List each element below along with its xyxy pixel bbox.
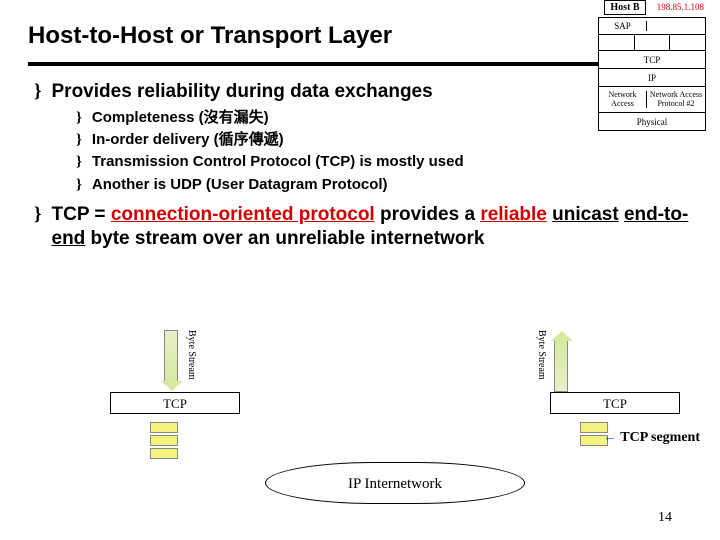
stack-na-left: Network Access [599,91,647,109]
tcp-prefix: TCP = [52,204,111,225]
segment-icon [150,448,178,459]
stack-row-physical: Physical [598,113,706,131]
tcp-und1: unicast [552,204,619,225]
tcp-mid1: provides a [375,204,481,225]
stack-row-ports [598,35,706,51]
byte-stream-label-left: Byte Stream [186,330,197,382]
bullet-1: } Provides reliability during data excha… [34,80,692,104]
bullet-icon: } [34,203,42,227]
bullet-icon: } [76,130,82,150]
stack-tcp: TCP [599,55,705,65]
bullet-1-2-text: In-order delivery (循序傳遞) [92,130,284,150]
bullet-1-3-text: Transmission Control Protocol (TCP) is m… [92,152,464,172]
bullet-1-2: } In-order delivery (循序傳遞) [76,130,692,150]
bullet-icon: } [76,175,82,195]
segment-icon [150,422,178,433]
stack-ip: IP [599,73,705,83]
stack-row-ip: IP [598,69,706,87]
bullet-icon: } [34,80,42,104]
bullet-icon: } [76,108,82,128]
page-number: 14 [658,510,672,526]
left-arrow-icon: ← [603,430,617,445]
bullet-1-text: Provides reliability during data exchang… [52,80,433,104]
bullet-1-4: } Another is UDP (User Datagram Protocol… [76,175,692,195]
stack-physical: Physical [599,117,705,127]
segment-icon [150,435,178,446]
tcp-box-right: TCP [550,392,680,414]
stack-port [670,35,705,50]
tcp-ip-diagram: Byte Stream TCP Byte Stream TCP IP Inter… [110,330,680,510]
stack-na-right: Network Access Protocol #2 [647,91,705,109]
bullet-1-4-text: Another is UDP (User Datagram Protocol) [92,175,388,195]
stack-app-left: SAP [599,21,647,31]
tcp-segment-note-text: TCP segment [617,430,700,445]
segments-left [150,422,178,459]
arrow-up-icon [554,340,568,392]
tcp-mid4: byte stream over an unreliable internetw… [85,228,484,249]
stack-host-label: Host B [604,0,646,15]
bullet-1-3: } Transmission Control Protocol (TCP) is… [76,152,692,172]
protocol-stack-diagram: Host B 198.85.1.108 SAP TCP IP Network A… [598,0,706,131]
byte-stream-label-right: Byte Stream [536,330,547,382]
bullet-1-1-text: Completeness (沒有漏失) [92,108,269,128]
stack-port [635,35,671,50]
bullet-icon: } [76,152,82,172]
stack-port [599,35,635,50]
title-rule [28,62,692,66]
stack-row-app: SAP [598,17,706,35]
bullet-2: } TCP = connection-oriented protocol pro… [34,203,692,251]
stack-row-na: Network Access Network Access Protocol #… [598,87,706,113]
stack-ip-address: 198.85.1.108 [657,2,704,12]
stack-row-tcp: TCP [598,51,706,69]
tcp-segment-note: ← TCP segment [603,430,700,446]
tcp-red1: connection-oriented protocol [111,204,375,225]
ip-internetwork-cloud: IP Internetwork [265,462,525,504]
tcp-box-left: TCP [110,392,240,414]
bullet-2-text: TCP = connection-oriented protocol provi… [52,203,693,251]
arrow-down-icon [164,330,178,382]
tcp-red2: reliable [480,204,547,225]
